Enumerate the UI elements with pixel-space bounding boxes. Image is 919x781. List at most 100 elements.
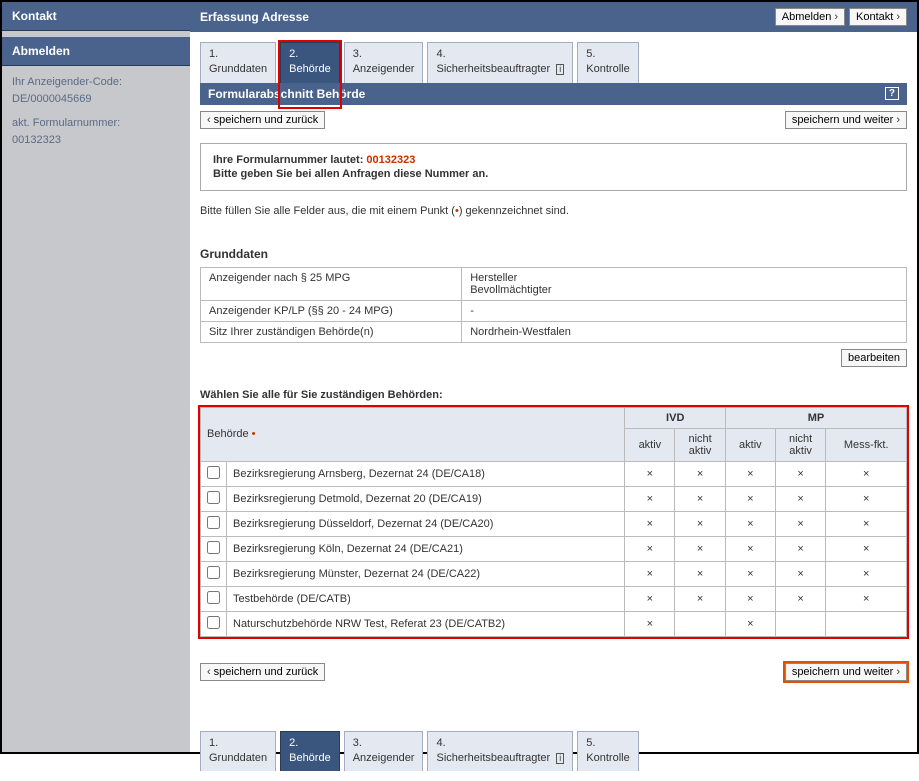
behoerde-name: Testbehörde (DE/CATB) [227,586,625,611]
kv-key: Anzeigender nach § 25 MPG [201,267,462,300]
col-group-mp: MP [725,407,906,428]
matrix-cell[interactable]: × [625,611,675,636]
tab-sicherheitsbeauftragter[interactable]: 4.Sicherheitsbeauftragter i [427,731,573,772]
kv-row: Anzeigender nach § 25 MPGHersteller Bevo… [201,267,907,300]
matrix-cell[interactable]: × [725,611,775,636]
matrix-table: Behörde •IVDMPaktivnichtaktivaktivnichta… [200,407,907,637]
matrix-cell[interactable]: × [826,486,907,511]
kv-key: Anzeigender KP/LP (§§ 20 - 24 MPG) [201,300,462,321]
tab-kontrolle[interactable]: 5.Kontrolle [577,42,638,83]
matrix-cell[interactable]: × [625,586,675,611]
matrix-cell[interactable]: × [675,486,726,511]
row-checkbox[interactable] [207,491,220,504]
sidebar-kontakt[interactable]: Kontakt [2,2,190,31]
matrix-cell[interactable]: × [675,536,726,561]
matrix-cell[interactable] [826,611,907,636]
grunddaten-table: Anzeigender nach § 25 MPGHersteller Bevo… [200,267,907,343]
matrix-cell[interactable]: × [775,561,826,586]
matrix-cell[interactable]: × [725,561,775,586]
row-checkbox[interactable] [207,466,220,479]
chevron-left-icon: ‹ [207,114,211,126]
col-sub: aktiv [625,428,675,461]
tab-anzeigender[interactable]: 3.Anzeigender [344,731,424,772]
matrix-row: Bezirksregierung Detmold, Dezernat 20 (D… [201,486,907,511]
section-title: Formularabschnitt Behörde [208,87,365,101]
tab-grunddaten[interactable]: 1.Grunddaten [200,731,276,772]
header-kontakt-button[interactable]: Kontakt› [849,8,907,26]
row-checkbox[interactable] [207,566,220,579]
bearbeiten-button[interactable]: bearbeiten [841,349,907,367]
info-icon[interactable]: i [556,64,564,75]
help-icon[interactable]: ? [885,87,899,100]
back-button-bottom[interactable]: ‹speichern und zurück [200,663,325,681]
matrix-cell[interactable]: × [725,461,775,486]
matrix-cell[interactable]: × [675,586,726,611]
tab-anzeigender[interactable]: 3.Anzeigender [344,42,424,83]
matrix-cell[interactable]: × [826,561,907,586]
tab-grunddaten[interactable]: 1.Grunddaten [200,42,276,83]
matrix-cell[interactable]: × [725,586,775,611]
behoerde-name: Bezirksregierung Detmold, Dezernat 20 (D… [227,486,625,511]
matrix-cell[interactable]: × [826,586,907,611]
matrix-cell[interactable] [775,611,826,636]
choose-label: Wählen Sie alle für Sie zuständigen Behö… [200,389,907,401]
matrix-cell[interactable]: × [725,486,775,511]
tabs-bottom: 1.Grunddaten2.Behörde3.Anzeigender4.Sich… [200,731,907,772]
row-checkbox[interactable] [207,591,220,604]
kv-row: Sitz Ihrer zuständigen Behörde(n)Nordrhe… [201,321,907,342]
matrix-cell[interactable]: × [675,511,726,536]
matrix-cell[interactable]: × [625,511,675,536]
info-icon[interactable]: i [556,753,564,764]
cb-cell [201,486,227,511]
cb-cell [201,536,227,561]
cb-cell [201,561,227,586]
matrix-cell[interactable]: × [826,536,907,561]
back-button-top[interactable]: ‹speichern und zurück [200,111,325,129]
main: Erfassung Adresse Abmelden› Kontakt› 1.G… [190,2,917,752]
form-number-line2: Bitte geben Sie bei allen Anfragen diese… [213,168,894,180]
row-checkbox[interactable] [207,541,220,554]
page-title: Erfassung Adresse [200,10,309,24]
matrix-wrapper: Behörde •IVDMPaktivnichtaktivaktivnichta… [200,407,907,637]
sidebar-formnr-value: 00132323 [12,132,180,149]
form-number-line1: Ihre Formularnummer lautet: 00132323 [213,154,894,166]
matrix-cell[interactable]: × [826,461,907,486]
header-abmelden-button[interactable]: Abmelden› [775,8,845,26]
matrix-cell[interactable]: × [625,536,675,561]
cb-cell [201,461,227,486]
matrix-cell[interactable]: × [725,511,775,536]
sidebar-abmelden[interactable]: Abmelden [2,37,190,66]
matrix-cell[interactable]: × [625,461,675,486]
matrix-cell[interactable]: × [775,461,826,486]
tab-behörde[interactable]: 2.Behörde [280,731,340,772]
col-sub: Mess-fkt. [826,428,907,461]
cb-cell [201,611,227,636]
matrix-cell[interactable] [675,611,726,636]
matrix-cell[interactable]: × [775,536,826,561]
tabs-wrap: 1.Grunddaten2.Behörde3.Anzeigender4.Sich… [190,32,917,129]
forward-button-bottom[interactable]: speichern und weiter› [785,663,907,681]
kv-value: Hersteller Bevollmächtigter [462,267,907,300]
matrix-cell[interactable]: × [675,561,726,586]
matrix-cell[interactable]: × [775,486,826,511]
chevron-right-icon: › [896,666,900,678]
tab-sicherheitsbeauftragter[interactable]: 4.Sicherheitsbeauftragter i [427,42,573,83]
matrix-row: Bezirksregierung Düsseldorf, Dezernat 24… [201,511,907,536]
matrix-cell[interactable]: × [625,561,675,586]
section-bar: Formularabschnitt Behörde ? [200,83,907,105]
matrix-cell[interactable]: × [725,536,775,561]
col-sub: nichtaktiv [775,428,826,461]
row-checkbox[interactable] [207,516,220,529]
matrix-cell[interactable]: × [826,511,907,536]
matrix-cell[interactable]: × [675,461,726,486]
matrix-cell[interactable]: × [775,586,826,611]
matrix-cell[interactable]: × [775,511,826,536]
row-checkbox[interactable] [207,616,220,629]
sidebar-formnr-block: akt. Formularnummer: 00132323 [2,107,190,148]
tab-behörde[interactable]: 2.Behörde [280,42,340,83]
matrix-cell[interactable]: × [625,486,675,511]
cb-cell [201,511,227,536]
cb-cell [201,586,227,611]
tab-kontrolle[interactable]: 5.Kontrolle [577,731,638,772]
forward-button-top[interactable]: speichern und weiter› [785,111,907,129]
